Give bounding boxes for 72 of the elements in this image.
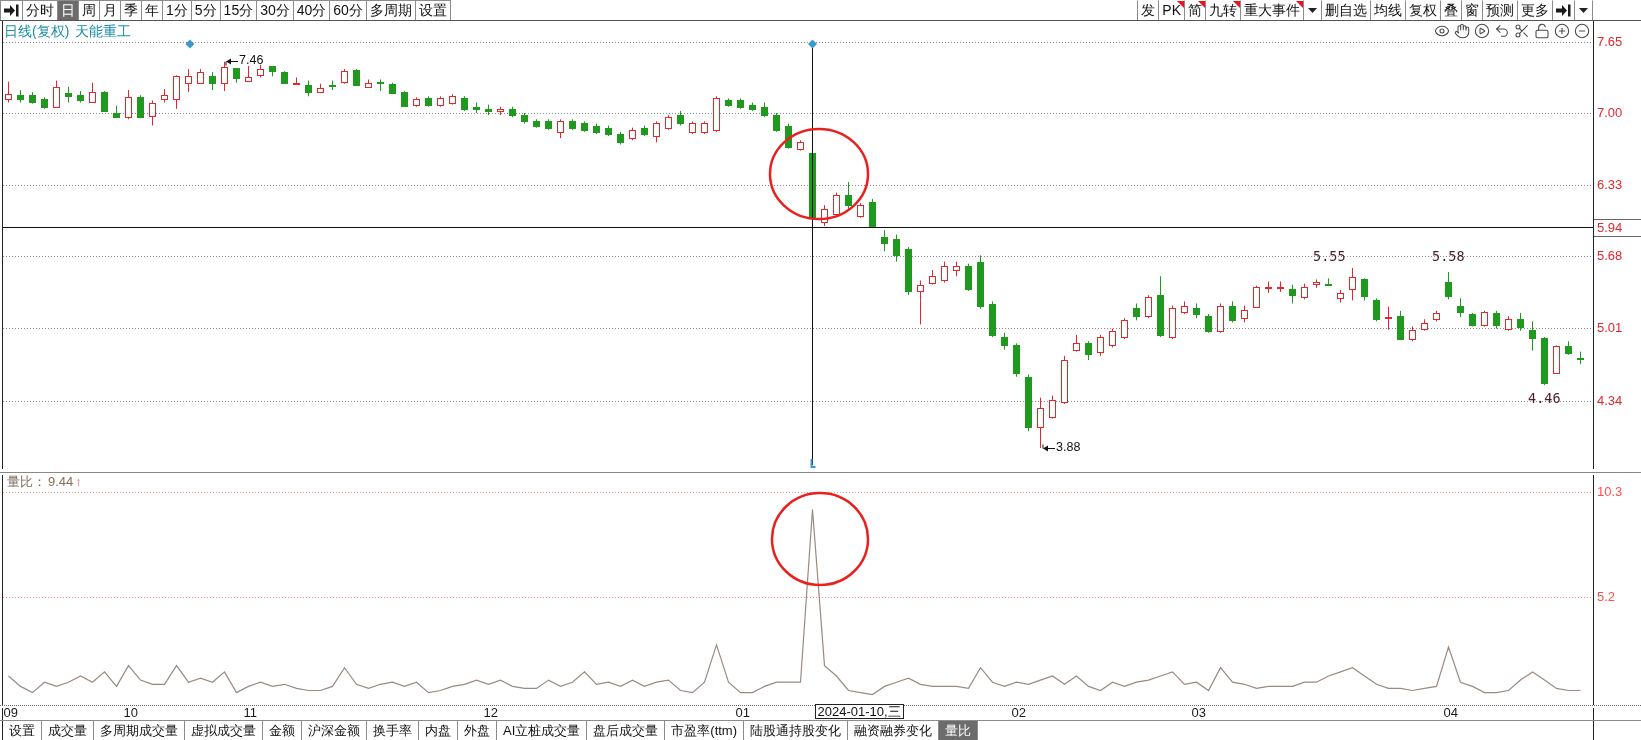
toolbar-button[interactable]: 60分: [330, 0, 367, 20]
price-axis-label: 5.01: [1597, 320, 1623, 336]
price-label: 7.46: [239, 53, 264, 68]
crosshair-price-label: 5.94: [1594, 218, 1641, 237]
toolbar-button[interactable]: 分时: [23, 0, 58, 20]
toolbar-button[interactable]: 5分: [191, 0, 221, 20]
eye-icon[interactable]: [1434, 23, 1450, 39]
month-label: 01: [735, 706, 750, 720]
month-label: 09: [3, 706, 18, 720]
price-axis-label: 6.33: [1597, 177, 1623, 193]
undo-icon[interactable]: [1494, 23, 1510, 39]
price-label: 5.58: [1432, 248, 1465, 264]
toolbar-button[interactable]: 简: [1185, 0, 1206, 20]
arrow-to-bar-icon: [4, 4, 19, 17]
leader-arrow: [225, 58, 239, 66]
indicator-value: 9.44: [48, 473, 74, 490]
toolbar-button[interactable]: 日: [58, 0, 79, 20]
toolbar-button[interactable]: 周: [79, 0, 100, 20]
toolbar-button[interactable]: 多周期: [366, 0, 416, 20]
price-label: 3.88: [1056, 440, 1081, 455]
toolbar-button[interactable]: 预测: [1483, 0, 1518, 20]
toolbar-button[interactable]: 15分: [220, 0, 258, 20]
toolbar-button[interactable]: 复权: [1406, 0, 1441, 20]
caret-icon: [1308, 8, 1317, 13]
indicator-name: 量比：: [7, 473, 46, 490]
price-axis-label: 4.34: [1597, 393, 1623, 409]
plus-circle-icon[interactable]: [1554, 23, 1570, 39]
stock-name: 天能重工: [75, 23, 132, 39]
hand-icon[interactable]: [1454, 23, 1470, 39]
month-label: 04: [1443, 706, 1458, 720]
price-axis-label: 7.00: [1597, 104, 1623, 121]
diamond-icon: [808, 39, 817, 49]
toolbar-button[interactable]: 月: [100, 0, 121, 20]
diamond-icon: [185, 39, 195, 49]
toolbar-button[interactable]: 更多: [1518, 0, 1553, 20]
toolbar-button[interactable]: 30分: [257, 0, 294, 20]
chart-title: 日线(复权): [4, 23, 70, 39]
padlock-icon[interactable]: [1534, 23, 1550, 39]
crosshair-date-label: 2024-01-10,三: [814, 704, 904, 719]
toolbar-button[interactable]: 均线: [1371, 0, 1406, 20]
toolbar-button[interactable]: 叠: [1441, 0, 1462, 20]
month-label: 10: [123, 706, 138, 720]
month-label: 03: [1191, 706, 1206, 720]
minus-circle-icon[interactable]: [1574, 23, 1590, 39]
toolbar-button[interactable]: 1分: [163, 0, 192, 20]
month-label: 02: [1011, 706, 1026, 720]
toolbar-button[interactable]: [1553, 0, 1575, 20]
price-label: 4.46: [1528, 390, 1561, 406]
toolbar-button[interactable]: 发: [1137, 0, 1160, 20]
toolbar-button[interactable]: [0, 0, 23, 20]
price-axis-label: 5.68: [1597, 248, 1623, 264]
indicator-axis-label: 10.3: [1597, 483, 1623, 500]
toolbar-button[interactable]: 年: [142, 0, 163, 20]
play-circle-icon[interactable]: [1474, 23, 1490, 39]
price-label: 5.55: [1313, 248, 1346, 264]
toolbar-button[interactable]: 九转: [1206, 0, 1241, 20]
indicator-tab[interactable]: 量比: [939, 721, 978, 740]
month-label: 11: [243, 706, 257, 720]
scissors-icon[interactable]: [1514, 23, 1530, 39]
caret-icon: [1579, 8, 1588, 13]
toolbar-button[interactable]: 重大事件: [1241, 0, 1304, 20]
toolbar-button[interactable]: 季: [121, 0, 142, 20]
trend-arrow: ↑: [75, 473, 82, 490]
toolbar-button[interactable]: 设置: [415, 0, 451, 20]
leader-arrow: [1042, 444, 1056, 452]
month-label: 12: [483, 706, 498, 720]
arrow-to-bar-icon: [1556, 4, 1571, 17]
crosshair-end-icon: [810, 458, 817, 468]
toolbar-button[interactable]: 40分: [293, 0, 331, 20]
price-axis-label: 7.65: [1597, 33, 1623, 50]
indicator-axis-label: 5.2: [1597, 589, 1616, 606]
toolbar-button[interactable]: 删自选: [1322, 0, 1371, 20]
